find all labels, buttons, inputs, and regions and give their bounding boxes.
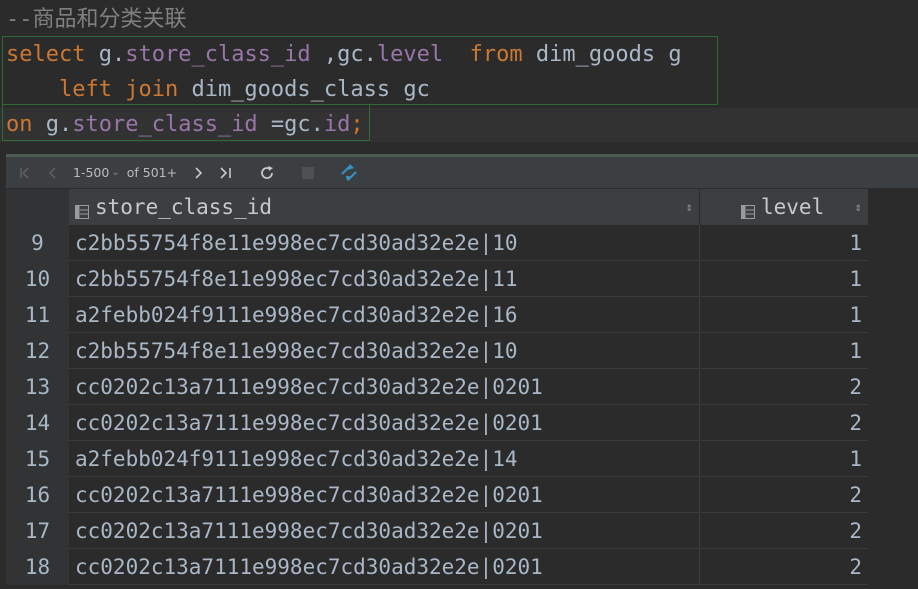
sql-keyword-on: on	[6, 112, 33, 137]
cell-level[interactable]: 2	[701, 513, 868, 549]
result-toolbar: 1-500 ⌄ of 501+	[6, 154, 918, 188]
sql-comment-line: --商品和分类关联	[6, 7, 187, 32]
refresh-icon[interactable]	[256, 160, 278, 186]
row-number: 12	[6, 333, 69, 369]
row-filler	[868, 513, 918, 549]
compare-icon[interactable]	[338, 160, 360, 186]
chevron-down-icon: ⌄	[111, 167, 120, 178]
table-row[interactable]: 15 a2febb024f9111e998ec7cd30ad32e2e|14 1	[6, 441, 918, 477]
row-number: 18	[6, 549, 69, 585]
row-number: 15	[6, 441, 69, 477]
cell-store-class-id[interactable]: cc0202c13a7111e998ec7cd30ad32e2e|0201	[69, 369, 700, 405]
table-row[interactable]: 11 a2febb024f9111e998ec7cd30ad32e2e|16 1	[6, 297, 918, 333]
sql-line-select: select g.store_class_id ,gc.level from d…	[6, 38, 682, 72]
cell-level[interactable]: 1	[701, 261, 868, 297]
sql-field-level: level	[376, 42, 444, 67]
sql-keyword-left: left	[58, 77, 112, 102]
column-header-label: level	[761, 195, 825, 219]
row-number: 16	[6, 477, 69, 513]
page-range-label: 1-500	[73, 165, 110, 180]
sql-keyword-join: join	[125, 77, 179, 102]
cell-store-class-id[interactable]: cc0202c13a7111e998ec7cd30ad32e2e|0201	[69, 405, 700, 441]
database-console-window: --商品和分类关联 select g.store_class_id ,gc.le…	[0, 0, 918, 589]
table-column-icon	[75, 200, 89, 219]
column-header-store-class-id[interactable]: store_class_id ⇕	[69, 189, 700, 225]
cell-level[interactable]: 1	[701, 333, 868, 369]
result-grid: store_class_id ⇕ level ⇕ 9 c2bb55754f8e1…	[6, 189, 918, 589]
cell-store-class-id[interactable]: cc0202c13a7111e998ec7cd30ad32e2e|0201	[69, 549, 700, 585]
row-number: 10	[6, 261, 69, 297]
sort-icon[interactable]: ⇕	[855, 200, 862, 214]
cell-store-class-id[interactable]: c2bb55754f8e11e998ec7cd30ad32e2e|11	[69, 261, 700, 297]
cell-level[interactable]: 2	[701, 549, 868, 585]
sql-text: =gc.	[257, 112, 324, 137]
sql-field-store-class-id: store_class_id	[125, 42, 311, 67]
grid-header: store_class_id ⇕ level ⇕	[6, 189, 868, 226]
table-column-icon	[741, 200, 755, 219]
last-page-icon[interactable]	[215, 160, 237, 186]
table-row[interactable]: 10 c2bb55754f8e11e998ec7cd30ad32e2e|11 1	[6, 261, 918, 297]
cell-store-class-id[interactable]: cc0202c13a7111e998ec7cd30ad32e2e|0201	[69, 477, 700, 513]
row-filler	[868, 333, 918, 369]
table-row[interactable]: 14 cc0202c13a7111e998ec7cd30ad32e2e|0201…	[6, 405, 918, 441]
sql-semicolon: ;	[350, 112, 364, 137]
sql-field-store-class-id: store_class_id	[72, 112, 258, 137]
row-filler	[868, 261, 918, 297]
stop-icon[interactable]	[297, 160, 319, 186]
sql-line-on: on g.store_class_id =gc.id;	[0, 108, 918, 142]
row-filler	[868, 549, 918, 585]
prev-page-icon[interactable]	[42, 160, 64, 186]
table-row[interactable]: 12 c2bb55754f8e11e998ec7cd30ad32e2e|10 1	[6, 333, 918, 369]
table-row[interactable]: 17 cc0202c13a7111e998ec7cd30ad32e2e|0201…	[6, 513, 918, 549]
sql-indent	[6, 77, 59, 102]
table-row[interactable]: 16 cc0202c13a7111e998ec7cd30ad32e2e|0201…	[6, 477, 918, 513]
first-page-icon[interactable]	[14, 160, 36, 186]
column-header-level[interactable]: level ⇕	[701, 189, 868, 225]
sql-text: g.	[32, 112, 73, 137]
row-filler	[868, 369, 918, 405]
sql-text: g.	[85, 42, 126, 67]
cell-level[interactable]: 2	[701, 369, 868, 405]
row-number: 14	[6, 405, 69, 441]
cell-level[interactable]: 1	[701, 441, 868, 477]
cell-level[interactable]: 1	[701, 297, 868, 333]
sql-text: dim_goods g	[522, 42, 682, 67]
sort-icon[interactable]: ⇕	[686, 200, 693, 214]
row-number: 13	[6, 369, 69, 405]
cell-store-class-id[interactable]: c2bb55754f8e11e998ec7cd30ad32e2e|10	[69, 333, 700, 369]
row-number: 17	[6, 513, 69, 549]
cell-level[interactable]: 2	[701, 477, 868, 513]
sql-text: dim_goods_class gc	[178, 77, 430, 102]
cell-store-class-id[interactable]: a2febb024f9111e998ec7cd30ad32e2e|14	[69, 441, 700, 477]
sql-editor[interactable]: --商品和分类关联 select g.store_class_id ,gc.le…	[0, 0, 918, 152]
sql-keyword-from: from	[469, 42, 523, 67]
row-filler	[868, 441, 918, 477]
row-number: 11	[6, 297, 69, 333]
sql-line-join: left join dim_goods_class gc	[6, 73, 430, 107]
row-number-header	[6, 189, 69, 225]
row-number: 9	[6, 225, 69, 261]
cell-store-class-id[interactable]: cc0202c13a7111e998ec7cd30ad32e2e|0201	[69, 513, 700, 549]
cell-level[interactable]: 2	[701, 405, 868, 441]
row-filler	[868, 225, 918, 261]
grid-body: 9 c2bb55754f8e11e998ec7cd30ad32e2e|10 1 …	[6, 225, 918, 585]
table-row[interactable]: 13 cc0202c13a7111e998ec7cd30ad32e2e|0201…	[6, 369, 918, 405]
page-range-selector[interactable]: 1-500 ⌄	[73, 160, 120, 186]
sql-field-id: id	[323, 112, 351, 137]
sql-text: ,gc.	[310, 42, 377, 67]
cell-store-class-id[interactable]: c2bb55754f8e11e998ec7cd30ad32e2e|10	[69, 225, 700, 261]
row-filler	[868, 477, 918, 513]
sql-keyword-select: select	[6, 42, 86, 67]
table-row[interactable]: 9 c2bb55754f8e11e998ec7cd30ad32e2e|10 1	[6, 225, 918, 261]
row-filler	[868, 297, 918, 333]
row-filler	[868, 405, 918, 441]
column-header-label: store_class_id	[95, 195, 273, 219]
cell-level[interactable]: 1	[701, 225, 868, 261]
page-total-label: of 501+	[126, 165, 178, 180]
next-page-icon[interactable]	[187, 160, 209, 186]
table-row[interactable]: 18 cc0202c13a7111e998ec7cd30ad32e2e|0201…	[6, 549, 918, 585]
cell-store-class-id[interactable]: a2febb024f9111e998ec7cd30ad32e2e|16	[69, 297, 700, 333]
